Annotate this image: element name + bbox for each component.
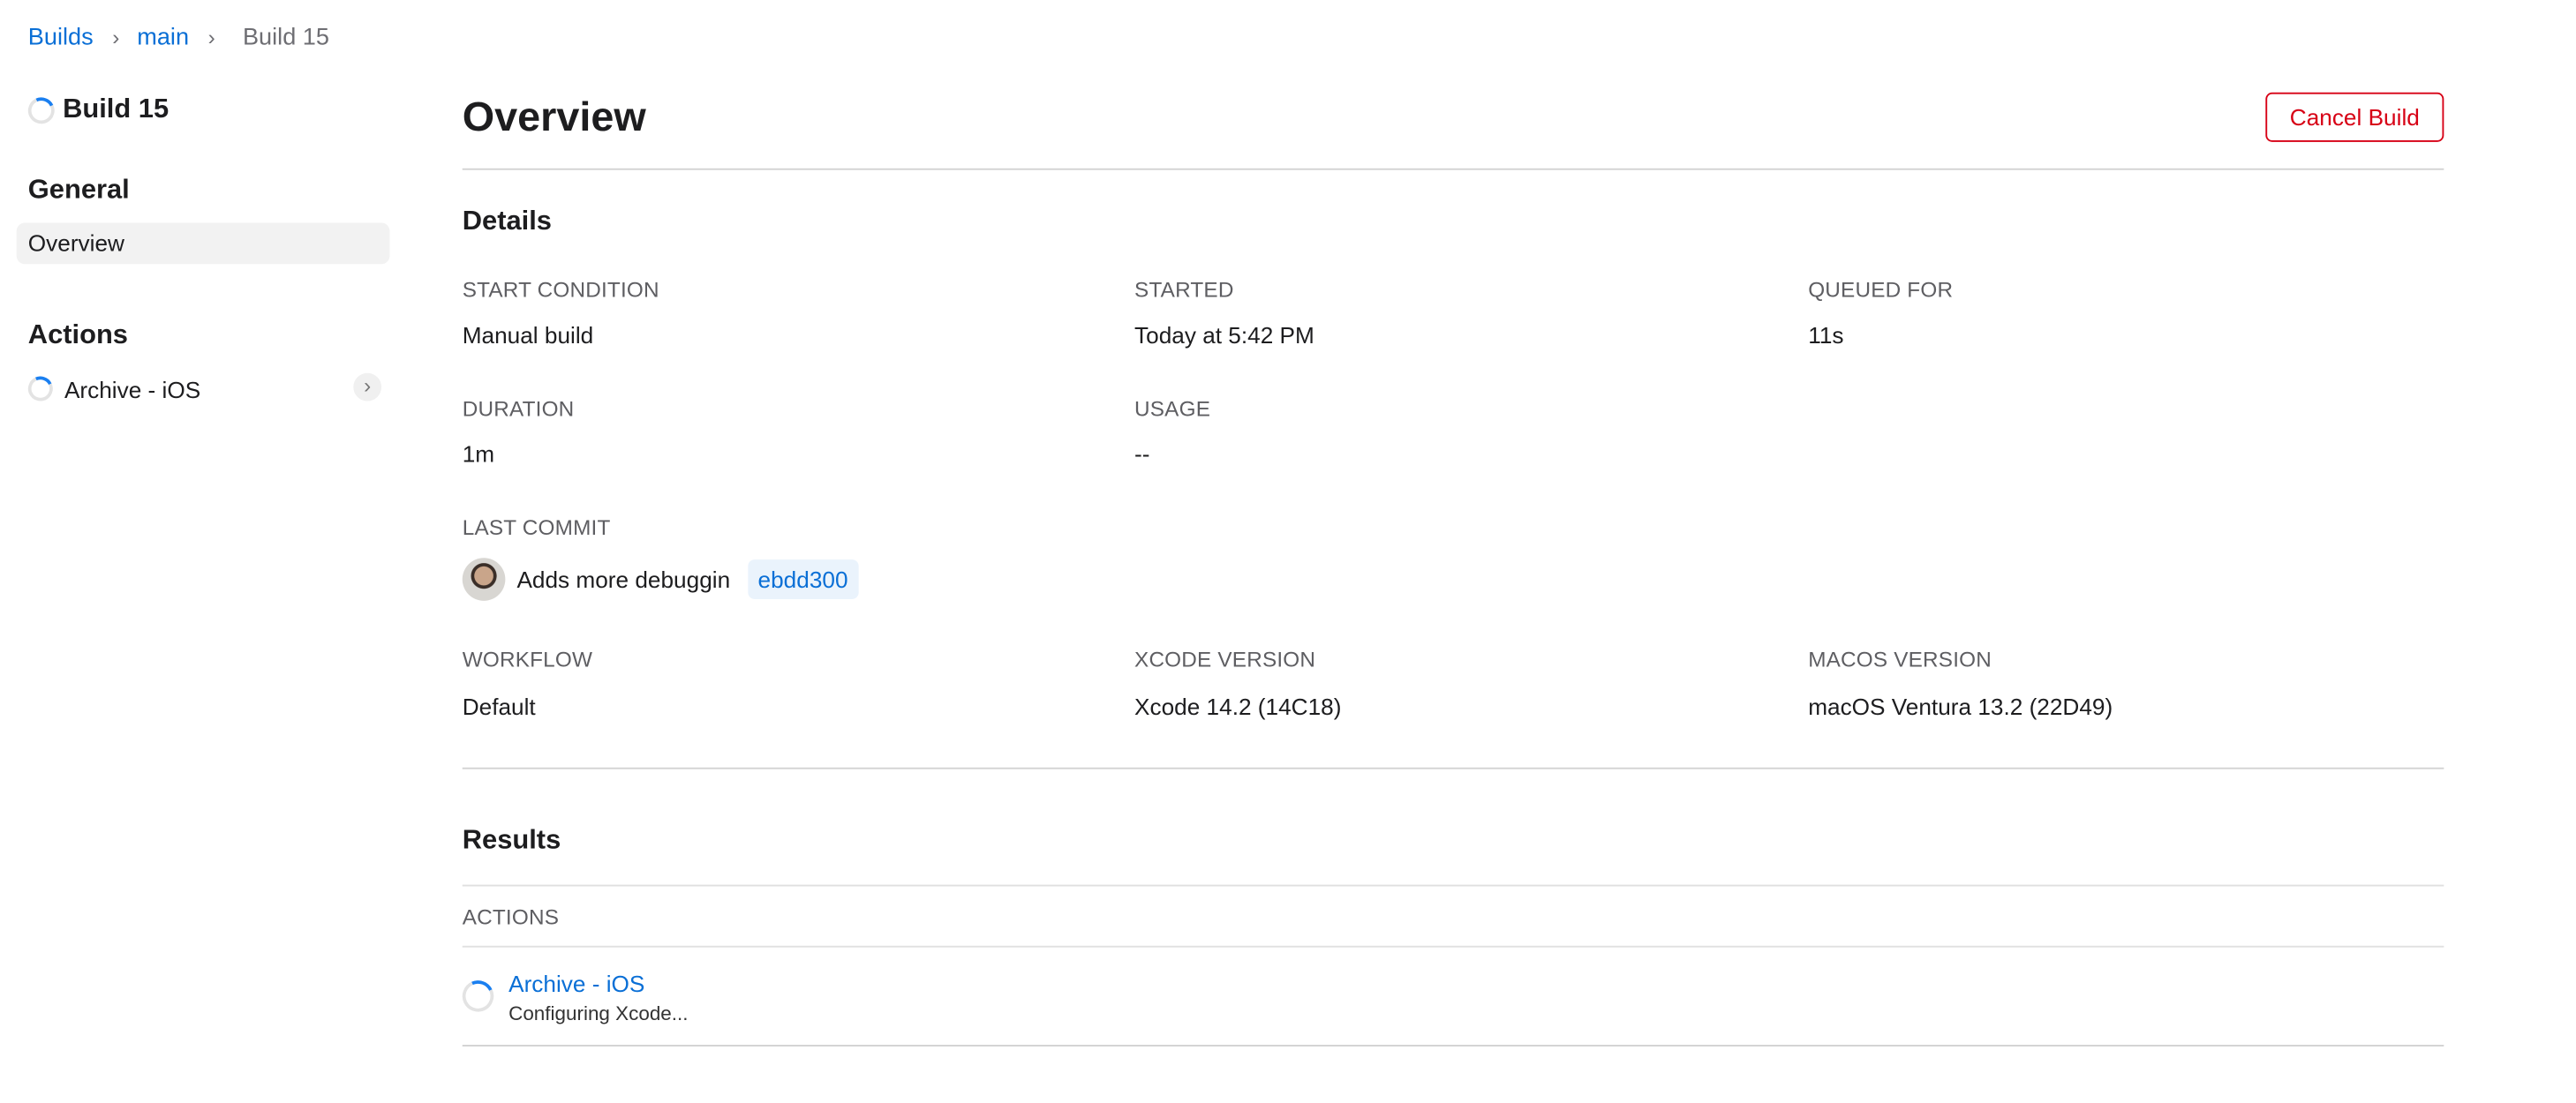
result-row[interactable]: Archive - iOS Configuring Xcode... xyxy=(457,948,2444,1045)
results-column-actions: Actions xyxy=(462,904,560,930)
sidebar-item-label: Archive - iOS xyxy=(64,376,201,403)
results-heading: Results xyxy=(462,825,561,855)
duration-value: 1m xyxy=(462,440,495,468)
queued-for-label: Queued For xyxy=(1808,277,1954,303)
divider xyxy=(462,884,2444,887)
general-heading: General xyxy=(27,175,130,205)
divider xyxy=(462,168,2444,170)
spinner-icon xyxy=(457,976,499,1017)
start-condition-label: Start Condition xyxy=(462,277,659,303)
usage-label: Usage xyxy=(1134,395,1211,421)
build-page: Builds › main › Build 15 Build 15 Genera… xyxy=(0,0,2576,1102)
avatar xyxy=(462,558,506,601)
spinner-icon xyxy=(24,94,58,128)
sidebar-item-label: Overview xyxy=(27,229,124,256)
start-condition-value: Manual build xyxy=(462,321,594,349)
commit-message: Adds more debuggin xyxy=(516,566,731,593)
breadcrumb-main[interactable]: main xyxy=(137,25,189,51)
last-commit-label: Last Commit xyxy=(462,514,611,540)
chevron-right-icon[interactable]: › xyxy=(353,372,382,401)
actions-heading: Actions xyxy=(27,319,128,350)
macos-version-value: macOS Ventura 13.2 (22D49) xyxy=(1808,693,2113,720)
build-title: Build 15 xyxy=(63,94,169,124)
sidebar-item-overview[interactable]: Overview xyxy=(16,222,390,265)
workflow-label: Workflow xyxy=(462,647,593,672)
result-status: Configuring Xcode... xyxy=(508,1002,689,1025)
spinner-icon xyxy=(24,372,56,405)
workflow-link[interactable]: Default xyxy=(463,694,536,720)
details-heading: Details xyxy=(462,206,552,236)
macos-version-label: macOS Version xyxy=(1808,647,1992,672)
commit-hash-link[interactable]: ebdd300 xyxy=(748,559,858,599)
xcode-version-value: Xcode 14.2 (14C18) xyxy=(1134,693,1342,720)
xcode-version-label: Xcode Version xyxy=(1134,647,1316,672)
started-value: Today at 5:42 PM xyxy=(1134,321,1314,349)
divider xyxy=(462,767,2444,769)
breadcrumb-current: Build 15 xyxy=(242,25,329,51)
started-label: Started xyxy=(1134,277,1234,303)
queued-for-value: 11s xyxy=(1808,321,1844,349)
cancel-build-button[interactable]: Cancel Build xyxy=(2265,92,2444,142)
duration-label: Duration xyxy=(462,395,575,421)
chevron-right-icon: › xyxy=(112,25,120,50)
breadcrumb-builds[interactable]: Builds xyxy=(28,25,94,51)
divider xyxy=(462,1045,2444,1047)
usage-value: -- xyxy=(1134,440,1150,468)
chevron-right-icon: › xyxy=(207,25,215,50)
sidebar-item-archive-ios[interactable]: Archive - iOS › xyxy=(17,370,390,409)
result-action-link[interactable]: Archive - iOS xyxy=(508,971,644,997)
page-title: Overview xyxy=(462,94,646,140)
